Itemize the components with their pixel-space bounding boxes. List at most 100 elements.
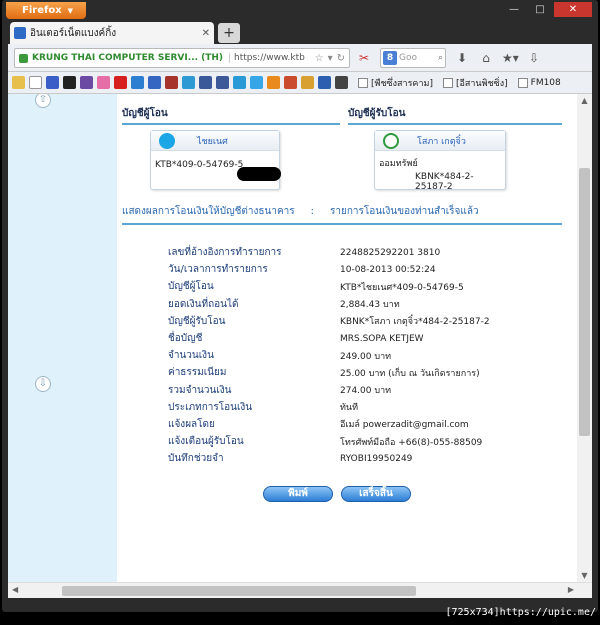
detail-row: บันทึกช่วยจำ RYOBI19950249: [168, 453, 413, 465]
bookmark-icon[interactable]: [182, 76, 195, 89]
search-box[interactable]: 8 Goo ⌕: [380, 48, 446, 68]
bookmark-icon[interactable]: [335, 76, 348, 89]
chevron-down-icon: ▼: [67, 7, 74, 15]
downloads-panel-icon[interactable]: ⇩: [526, 49, 542, 67]
bookmark-icon[interactable]: [63, 76, 76, 89]
bookmark-icon[interactable]: [29, 76, 42, 89]
addon-icon[interactable]: ✂: [356, 49, 372, 67]
ktb-bank-icon: [159, 132, 175, 149]
detail-row: แจ้งเตือนผู้รับโอน โทรศัพท์มือถือ +66(8)-…: [168, 436, 483, 448]
scroll-right-arrow-icon[interactable]: ▶: [568, 585, 574, 594]
detail-row: วัน/เวลาการทำรายการ 10-08-2013 00:52:24: [168, 264, 436, 276]
kbank-bank-icon: [383, 132, 399, 149]
print-button[interactable]: พิมพ์: [263, 486, 333, 502]
bookmark-icon[interactable]: [233, 76, 246, 89]
bookmark-icon[interactable]: [301, 76, 314, 89]
bookmark-icon[interactable]: [12, 76, 25, 89]
bookmark-icon[interactable]: [80, 76, 93, 89]
transfer-result-header: แสดงผลการโอนเงินให้บัญชีต่างธนาคาร: รายกา…: [122, 204, 562, 225]
firefox-menu-label: Firefox: [22, 5, 62, 16]
bookmark-item[interactable]: [อีสานพิชซิ่ง]: [442, 76, 508, 90]
vertical-scrollbar[interactable]: ▲ ▼: [577, 94, 592, 582]
bookmark-icon[interactable]: [318, 76, 331, 89]
sender-account-number: KTB*409-0-54769-5: [155, 160, 244, 170]
detail-row: บัญชีผู้โอน KTB*ไชยเนศ*409-0-54769-5: [168, 281, 464, 293]
google-icon: 8: [383, 51, 397, 65]
browser-tab[interactable]: อินเตอร์เน็ตแบงค์กิ้ง ✕: [10, 22, 214, 44]
lock-icon: [19, 53, 28, 63]
scroll-left-arrow-icon[interactable]: ◀: [12, 585, 18, 594]
bookmark-icon[interactable]: [165, 76, 178, 89]
navigation-bar: KRUNG THAI COMPUTER SERVI... (TH) https:…: [8, 44, 592, 72]
receiver-account-number: KBNK*484-2-25187-2: [415, 172, 474, 192]
toolbar-right: ✂ 8 Goo ⌕ ⬇ ⌂ ★▾ ⇩: [356, 48, 542, 68]
scroll-up-arrow-icon[interactable]: ▲: [577, 96, 592, 105]
watermark: [725x734]https://upic.me/: [445, 607, 596, 618]
youtube-icon[interactable]: [114, 76, 127, 89]
bookmark-icon[interactable]: [46, 76, 59, 89]
detail-row: ยอดเงินที่ถอนได้ 2,884.43 บาท: [168, 298, 400, 311]
scroll-down-arrow-icon[interactable]: ▼: [577, 571, 592, 580]
detail-row: เลขที่อ้างอิงการทำรายการ 2248825292201 38…: [168, 247, 441, 259]
search-placeholder: Goo: [399, 53, 417, 63]
page-icon: [517, 77, 528, 88]
window-controls: — □ ✕: [502, 2, 592, 17]
bookmark-item[interactable]: [พืชซึ่งสารคาม]: [358, 76, 433, 90]
sender-section-header: บัญชีผู้โอน: [122, 106, 340, 125]
maximize-button[interactable]: □: [528, 2, 552, 17]
detail-row: ค่าธรรมเนียม 25.00 บาท (เก็บ ณ วันเกิดราย…: [168, 367, 480, 379]
bookmarks-bar: [พืชซึ่งสารคาม] [อีสานพิชซิ่ง] FM108: [8, 72, 592, 94]
left-sidebar: ⇧ ⇩: [8, 94, 117, 582]
detail-row: ประเภทการโอนเงิน ทันที: [168, 401, 359, 414]
result-status: รายการโอนเงินของท่านสำเร็จแล้ว: [330, 206, 479, 217]
detail-row: บัญชีผู้รับโอน KBNK*โสภา เกตุจิ๋ว*484-2-2…: [168, 315, 490, 328]
result-separator: :: [310, 206, 315, 217]
url-text[interactable]: https://www.ktb: [229, 53, 305, 63]
horizontal-scrollbar[interactable]: ◀ ▶: [8, 582, 592, 598]
detail-row: แจ้งผลโดย อีเมล์ powerzadit@gmail.com: [168, 418, 469, 431]
receiver-name: โสภา เกตุจิ๋ว: [417, 136, 466, 147]
firefox-menu-button[interactable]: Firefox ▼: [6, 2, 86, 19]
receiver-account-type: ออมทรัพย์: [379, 159, 418, 169]
bookmark-icon[interactable]: [148, 76, 161, 89]
transaction-details: เลขที่อ้างอิงการทำรายการ 2248825292201 38…: [168, 244, 548, 467]
receiver-section-header: บัญชีผู้รับโอน: [348, 106, 562, 125]
minimize-button[interactable]: —: [502, 2, 526, 17]
bookmark-icon[interactable]: [199, 76, 212, 89]
twitter-icon[interactable]: [250, 76, 263, 89]
tab-close-icon[interactable]: ✕: [202, 28, 210, 39]
detail-row: จำนวนเงิน 249.00 บาท: [168, 350, 392, 362]
reload-icon[interactable]: ↻: [337, 53, 345, 64]
bookmark-icon[interactable]: [267, 76, 280, 89]
bookmark-item[interactable]: FM108: [517, 77, 561, 88]
close-window-button[interactable]: ✕: [554, 2, 592, 17]
site-identity[interactable]: KRUNG THAI COMPUTER SERVI... (TH): [32, 53, 223, 63]
detail-row: รวมจำนวนเงิน 274.00 บาท: [168, 384, 392, 397]
bookmark-icon[interactable]: [97, 76, 110, 89]
page-content: ⇧ ⇩ บัญชีผู้โอน บัญชีผู้รับโอน ไชยเนศ KT…: [8, 94, 592, 582]
scroll-down-icon[interactable]: ⇩: [35, 376, 51, 392]
detail-row: ชื่อบัญชี MRS.SOPA KETJEW: [168, 333, 424, 345]
finish-button[interactable]: เสร็จสิ้น: [341, 486, 411, 502]
home-icon[interactable]: ⌂: [478, 49, 494, 67]
bookmark-icon[interactable]: [216, 76, 229, 89]
url-bar[interactable]: KRUNG THAI COMPUTER SERVI... (TH) https:…: [14, 48, 350, 68]
bookmark-icon[interactable]: [284, 76, 297, 89]
scrollbar-thumb[interactable]: [579, 168, 590, 436]
bookmarks-menu-icon[interactable]: ★▾: [502, 49, 519, 67]
download-icon[interactable]: ⬇: [454, 49, 470, 67]
receiver-account-card: โสภา เกตุจิ๋ว ออมทรัพย์ KBNK*484-2-25187…: [374, 130, 506, 192]
bookmark-icon[interactable]: [131, 76, 144, 89]
scrollbar-thumb[interactable]: [62, 586, 416, 596]
bookmark-star-icon[interactable]: ☆: [315, 53, 324, 64]
sender-name: ไชยเนศ: [197, 136, 228, 147]
scroll-up-icon[interactable]: ⇧: [35, 94, 51, 108]
sender-account-card: ไชยเนศ KTB*409-0-54769-5: [150, 130, 281, 190]
page-icon: [442, 77, 453, 88]
tab-title: อินเตอร์เน็ตแบงค์กิ้ง: [30, 27, 117, 39]
dropdown-icon[interactable]: ▾: [328, 53, 333, 64]
redaction-mark: [237, 167, 281, 181]
search-icon[interactable]: ⌕: [438, 53, 445, 63]
result-label: แสดงผลการโอนเงินให้บัญชีต่างธนาคาร: [122, 206, 295, 217]
new-tab-button[interactable]: +: [218, 23, 240, 43]
